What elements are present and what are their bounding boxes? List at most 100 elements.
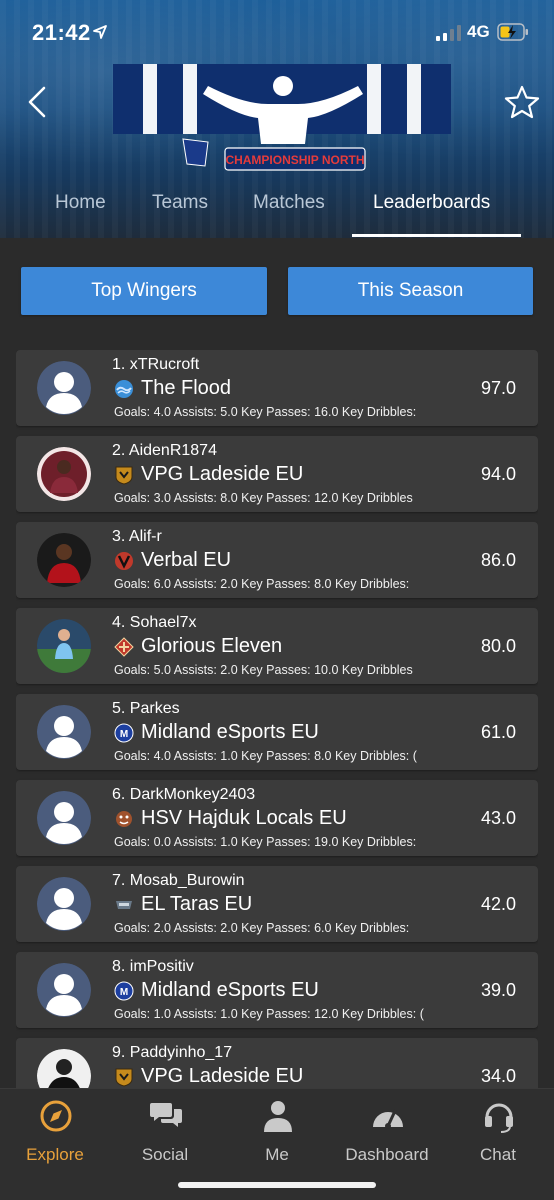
leaderboard-row[interactable]: 5. Parkes M Midland eSports EU Goals: 4.… (16, 694, 538, 770)
team-name: The Flood (141, 377, 232, 399)
team-name: Midland eSports EU (141, 979, 319, 1001)
active-tab-indicator (352, 234, 521, 237)
leaderboard-row[interactable]: 2. AidenR1874 VPG Ladeside EU Goals: 3.0… (16, 436, 538, 512)
player-name: 2. AidenR1874 (112, 442, 217, 459)
default-avatar-icon (37, 877, 91, 931)
default-avatar-icon (37, 963, 91, 1017)
player-stats: Goals: 5.0 Assists: 2.0 Key Passes: 10.0… (114, 663, 413, 677)
player-score: 94.0 (480, 464, 516, 484)
nav-social[interactable]: Social (110, 1099, 220, 1164)
period-filter-label: This Season (357, 280, 464, 301)
player-name: 8. imPositiv (112, 958, 194, 975)
leaderboard-row[interactable]: 7. Mosab_Burowin EL Taras EU Goals: 2.0 … (16, 866, 538, 942)
team-name: VPG Ladeside EU (141, 1065, 304, 1087)
glorious-logo-icon (114, 637, 134, 657)
headset-icon (485, 1103, 513, 1133)
player-name: 6. DarkMonkey2403 (112, 786, 256, 803)
nav-label: Me (265, 1145, 289, 1164)
player-score: 86.0 (480, 550, 516, 570)
player-stats: Goals: 3.0 Assists: 8.0 Key Passes: 12.0… (114, 491, 413, 505)
midland-logo-icon: M (114, 723, 134, 743)
player-score: 34.0 (480, 1066, 516, 1086)
player-stats: Goals: 1.0 Assists: 1.0 Key Passes: 12.0… (114, 1007, 424, 1021)
tab-leaderboards[interactable]: Leaderboards (373, 192, 490, 214)
nav-dashboard[interactable]: Dashboard (332, 1099, 442, 1164)
battery-charging-icon (497, 23, 528, 41)
player-photo-avatar (37, 619, 91, 673)
player-score: 39.0 (480, 980, 516, 1000)
compass-icon (40, 1100, 72, 1132)
location-arrow-icon (93, 25, 107, 39)
player-score: 42.0 (480, 894, 516, 914)
default-avatar-icon (37, 705, 91, 759)
period-filter-button[interactable]: This Season (288, 267, 533, 315)
tab-matches[interactable]: Matches (253, 192, 325, 214)
verbal-logo-icon (115, 552, 133, 570)
player-stats: Goals: 2.0 Assists: 2.0 Key Passes: 6.0 … (114, 921, 410, 935)
leaderboard-row[interactable]: 6. DarkMonkey2403 HSV Hajduk Locals EU G… (16, 780, 538, 856)
tab-bar: Home Teams Matches Leaderboards (0, 180, 554, 238)
chat-bubbles-icon (150, 1103, 182, 1127)
header: 21:42 4G CHAMPIONSHIP NORTH Home Teams M… (0, 0, 554, 238)
league-banner-logo: CHAMPIONSHIP NORTH (113, 64, 451, 171)
banner-text: CHAMPIONSHIP NORTH (225, 153, 364, 167)
default-avatar-icon (37, 791, 91, 845)
home-indicator (178, 1182, 376, 1188)
leaderboard-row[interactable]: 1. xTRucroft The Flood Goals: 4.0 Assist… (16, 350, 538, 426)
player-name: 1. xTRucroft (112, 356, 200, 373)
signal-icon (436, 25, 461, 41)
player-name: 9. Paddyinho_17 (112, 1044, 233, 1061)
leaderboard-row[interactable]: 4. Sohael7x Glorious Eleven Goals: 5.0 A… (16, 608, 538, 684)
player-score: 97.0 (480, 378, 516, 398)
player-stats: Goals: 0.0 Assists: 1.0 Key Passes: 19.0… (114, 835, 417, 849)
nav-chat[interactable]: Chat (443, 1099, 553, 1164)
nav-label: Explore (26, 1145, 84, 1164)
leaderboard-list[interactable]: 1. xTRucroft The Flood Goals: 4.0 Assist… (16, 350, 538, 1088)
nav-label: Dashboard (345, 1145, 429, 1164)
svg-text:M: M (120, 729, 128, 740)
svg-text:M: M (120, 987, 128, 998)
taras-logo-icon (116, 901, 132, 909)
ladeside-logo-icon (115, 466, 133, 485)
player-stats: Goals: 6.0 Assists: 2.0 Key Passes: 8.0 … (114, 577, 410, 591)
nav-explore[interactable]: Explore (0, 1099, 110, 1164)
team-name: HSV Hajduk Locals EU (141, 807, 347, 829)
player-name: 4. Sohael7x (112, 614, 197, 631)
player-stats: Goals: 4.0 Assists: 1.0 Key Passes: 8.0 … (114, 749, 417, 763)
flood-logo-icon (115, 380, 133, 398)
gauge-icon (373, 1109, 403, 1129)
team-name: VPG Ladeside EU (141, 463, 304, 485)
status-time: 21:42 (32, 20, 91, 45)
team-name: Midland eSports EU (141, 721, 319, 743)
player-name: 3. Alif-r (112, 528, 162, 545)
player-photo-avatar (37, 533, 91, 587)
category-filter-button[interactable]: Top Wingers (21, 267, 267, 315)
team-name: Glorious Eleven (141, 635, 283, 657)
midland-logo-icon: M (114, 981, 134, 1001)
team-name: Verbal EU (141, 549, 232, 571)
player-score: 61.0 (480, 722, 516, 742)
back-button[interactable] (22, 84, 56, 120)
player-photo-avatar (37, 1049, 91, 1088)
nav-label: Social (141, 1145, 189, 1164)
network-type: 4G (467, 22, 490, 41)
person-icon (264, 1101, 292, 1132)
tab-teams[interactable]: Teams (152, 192, 208, 214)
player-score: 43.0 (480, 808, 516, 828)
hajduk-logo-icon (116, 811, 132, 827)
player-stats: Goals: 4.0 Assists: 5.0 Key Passes: 16.0… (114, 405, 417, 419)
player-score: 80.0 (480, 636, 516, 656)
player-name: 7. Mosab_Burowin (112, 872, 245, 889)
leaderboard-row[interactable]: 3. Alif-r Verbal EU Goals: 6.0 Assists: … (16, 522, 538, 598)
ladeside-logo-icon (115, 1068, 133, 1087)
favorite-star-button[interactable] (503, 84, 541, 120)
tab-home[interactable]: Home (55, 192, 106, 214)
leaderboard-row[interactable]: 8. imPositiv M Midland eSports EU Goals:… (16, 952, 538, 1028)
default-avatar-icon (37, 361, 91, 415)
category-filter-label: Top Wingers (91, 280, 197, 301)
player-name: 5. Parkes (112, 700, 180, 717)
nav-label: Chat (480, 1145, 516, 1164)
team-name: EL Taras EU (141, 893, 253, 915)
nav-me[interactable]: Me (222, 1099, 332, 1164)
leaderboard-row[interactable]: 9. Paddyinho_17 VPG Ladeside EU 34.0 (16, 1038, 538, 1088)
